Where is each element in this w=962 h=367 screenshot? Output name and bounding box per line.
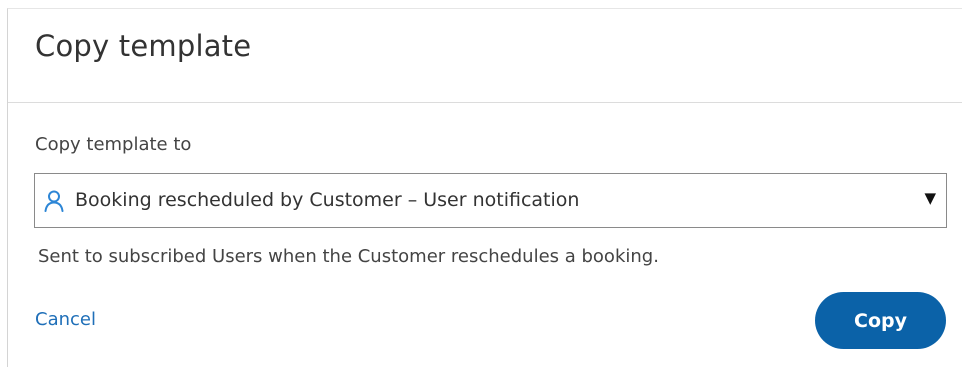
dialog-header: Copy template bbox=[8, 9, 962, 103]
copy-template-dialog: Copy template Copy template to Booking r… bbox=[7, 8, 962, 367]
template-select[interactable]: Booking rescheduled by Customer – User n… bbox=[34, 173, 947, 228]
copy-button[interactable]: Copy bbox=[815, 292, 946, 349]
select-value: Booking rescheduled by Customer – User n… bbox=[75, 189, 580, 211]
copy-template-to-label: Copy template to bbox=[35, 134, 192, 155]
template-description: Sent to subscribed Users when the Custom… bbox=[38, 246, 659, 267]
cancel-link[interactable]: Cancel bbox=[35, 309, 96, 330]
user-icon bbox=[44, 190, 64, 212]
dialog-title: Copy template bbox=[35, 29, 252, 63]
caret-down-icon: ▼ bbox=[924, 189, 936, 207]
